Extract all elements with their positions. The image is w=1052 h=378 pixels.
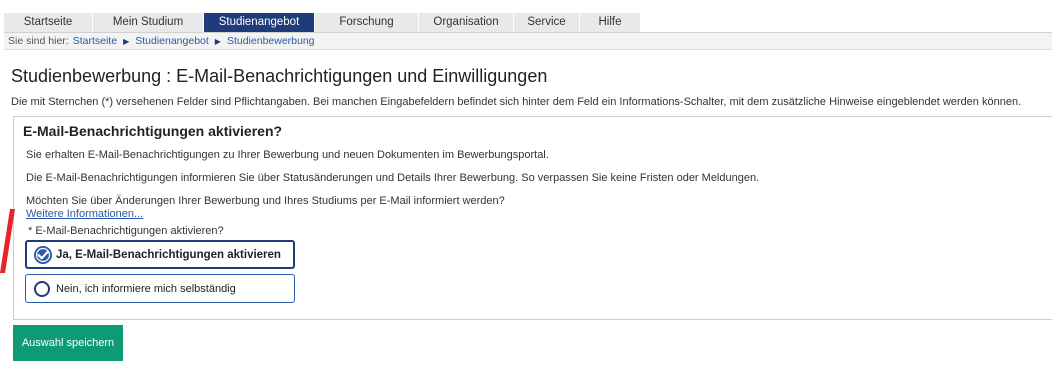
breadcrumb-item-studienbewerbung[interactable]: Studienbewerbung (227, 34, 315, 49)
required-fields-hint: Die mit Sternchen (*) versehenen Felder … (11, 96, 1022, 108)
triangle-right-icon: ▶ (123, 36, 130, 46)
breadcrumb-item-startseite[interactable]: Startseite (73, 34, 117, 49)
panel-text-info: Sie erhalten E-Mail-Benachrichtigungen z… (26, 149, 549, 161)
option-yes-activate[interactable]: Ja, E-Mail-Benachrichtigungen aktivieren (25, 240, 295, 269)
panel-question: Möchten Sie über Änderungen Ihrer Bewerb… (26, 195, 505, 207)
breadcrumb-label: Sie sind hier: (8, 34, 69, 47)
tab-hilfe[interactable]: Hilfe (580, 13, 641, 32)
save-selection-button[interactable]: Auswahl speichern (13, 325, 123, 361)
panel-text-details: Die E-Mail-Benachrichtigungen informiere… (26, 172, 760, 184)
option-no-label: Nein, ich informiere mich selbständig (56, 282, 236, 295)
nav-spacer (641, 13, 1052, 32)
page-title: Studienbewerbung : E-Mail-Benachrichtigu… (11, 66, 548, 86)
tab-mein-studium[interactable]: Mein Studium (93, 13, 204, 32)
tab-organisation[interactable]: Organisation (419, 13, 514, 32)
more-information-link[interactable]: Weitere Informationen... (26, 208, 143, 220)
option-no-self-inform[interactable]: Nein, ich informiere mich selbständig (25, 274, 295, 303)
tab-forschung[interactable]: Forschung (315, 13, 419, 32)
panel-title: E-Mail-Benachrichtigungen aktivieren? (23, 123, 283, 139)
tab-startseite[interactable]: Startseite (4, 13, 93, 32)
notification-panel: E-Mail-Benachrichtigungen aktivieren? Si… (13, 116, 1052, 320)
radio-empty-icon (34, 280, 50, 297)
annotation-arrow-icon (0, 209, 15, 273)
tab-service[interactable]: Service (514, 13, 580, 32)
option-yes-label: Ja, E-Mail-Benachrichtigungen aktivieren (56, 248, 281, 261)
top-strip (0, 0, 1052, 10)
field-label-required: * E-Mail-Benachrichtigungen aktivieren? (28, 225, 224, 237)
breadcrumb-item-studienangebot[interactable]: Studienangebot (135, 34, 209, 49)
check-circle-icon (34, 245, 52, 264)
main-navigation: Startseite Mein Studium Studienangebot F… (4, 13, 1052, 33)
tab-studienangebot[interactable]: Studienangebot (204, 13, 315, 32)
breadcrumb: Sie sind hier: Startseite ▶ Studienangeb… (4, 33, 1052, 50)
triangle-right-icon: ▶ (214, 36, 221, 46)
